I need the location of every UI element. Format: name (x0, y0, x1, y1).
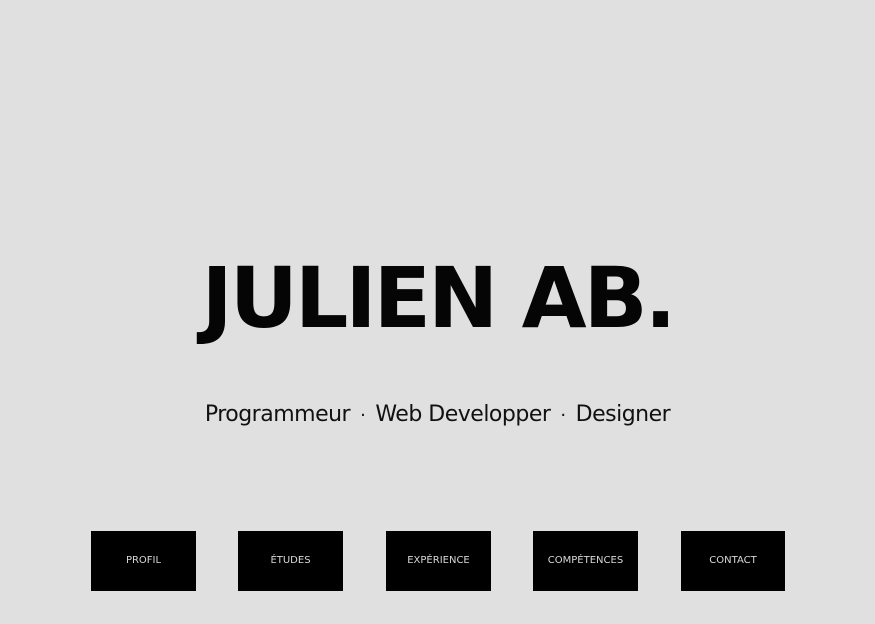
nav-button-competences[interactable]: COMPÉTENCES (533, 531, 638, 591)
hero-roles-subtitle: Programmeur · Web Developper · Designer (0, 400, 875, 431)
role-designer: Designer (575, 402, 671, 427)
nav-button-profil[interactable]: PROFIL (91, 531, 196, 591)
nav-button-contact[interactable]: CONTACT (681, 531, 785, 591)
role-separator: · (360, 405, 366, 426)
role-programmeur: Programmeur (204, 402, 351, 427)
main-navigation: PROFIL ÉTUDES EXPÉRIENCE COMPÉTENCES CON… (91, 531, 785, 591)
nav-button-etudes[interactable]: ÉTUDES (238, 531, 343, 591)
role-separator: · (560, 405, 566, 426)
hero-name-title: JULIEN AB. (201, 249, 676, 347)
role-web-developper: Web Developper (375, 402, 551, 427)
nav-button-experience[interactable]: EXPÉRIENCE (386, 531, 491, 591)
